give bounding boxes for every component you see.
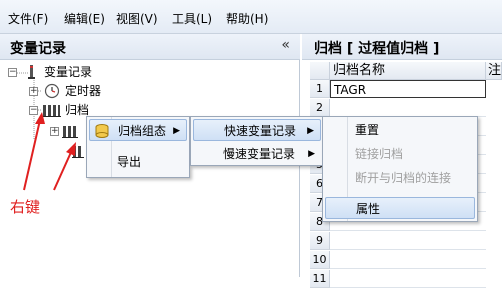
menu-item-label: 链接归档 xyxy=(355,147,404,161)
row-number[interactable]: 2 xyxy=(310,99,330,117)
menu-item-fast-tag-logging[interactable]: 快速变量记录 ▶ xyxy=(193,119,321,141)
archive-name-cell[interactable]: TAGR xyxy=(330,80,486,98)
menu-item-properties[interactable]: 属性 xyxy=(325,197,475,219)
submenu-fast-tag-logging: 重置 链接归档 断开与归档的连接 属性 xyxy=(322,116,478,222)
menu-item-disconnect-archive[interactable]: 断开与归档的连接 xyxy=(325,167,475,189)
submenu-archive-config: 快速变量记录 ▶ 慢速变量记录 ▶ xyxy=(190,116,324,166)
menu-item-label: 归档组态 xyxy=(118,124,167,138)
menu-view[interactable]: 视图(V) xyxy=(116,10,158,27)
menu-tools[interactable]: 工具(L) xyxy=(172,10,212,27)
menu-item-label: 重置 xyxy=(355,123,380,137)
archive-name-cell[interactable] xyxy=(330,251,486,269)
menu-item-link-archive[interactable]: 链接归档 xyxy=(325,143,475,165)
menu-item-label: 断开与归档的连接 xyxy=(355,171,452,185)
row-number[interactable]: 1 xyxy=(310,80,330,98)
row-number[interactable]: 10 xyxy=(310,251,330,269)
row-number[interactable]: 11 xyxy=(310,270,330,288)
right-click-annotation: 右键 xyxy=(10,198,41,216)
menu-item-slow-tag-logging[interactable]: 慢速变量记录 ▶ xyxy=(193,143,321,165)
submenu-arrow-icon: ▶ xyxy=(307,126,314,136)
archive-config-icon xyxy=(95,124,109,138)
menu-help[interactable]: 帮助(H) xyxy=(226,10,268,27)
menu-item-archive-config[interactable]: 归档组态 ▶ xyxy=(89,119,187,141)
row-number[interactable]: 9 xyxy=(310,232,330,250)
archive-name-cell[interactable] xyxy=(330,270,486,288)
menu-item-export[interactable]: 导出 xyxy=(89,151,187,173)
grid-corner xyxy=(310,62,330,80)
submenu-arrow-icon: ▶ xyxy=(173,126,180,136)
archive-name-cell[interactable] xyxy=(330,232,486,250)
collapse-panel-button[interactable]: « xyxy=(281,37,290,53)
archive-panel-title: 归档 [ 过程值归档 ] xyxy=(314,41,440,57)
submenu-arrow-icon: ▶ xyxy=(308,149,315,159)
archive-panel-header: 归档 [ 过程值归档 ] xyxy=(302,34,502,60)
menu-item-reset[interactable]: 重置 xyxy=(325,119,475,141)
column-header-comment[interactable]: 注 xyxy=(486,62,502,80)
context-menu: 归档组态 ▶ 导出 xyxy=(86,116,190,178)
menu-item-label: 导出 xyxy=(117,155,142,169)
menu-item-label: 慢速变量记录 xyxy=(223,147,296,161)
archive-name-cell[interactable] xyxy=(330,99,486,117)
menu-item-label: 快速变量记录 xyxy=(224,124,297,138)
column-header-archive-name[interactable]: 归档名称 xyxy=(330,62,486,80)
menu-item-label: 属性 xyxy=(356,202,381,216)
